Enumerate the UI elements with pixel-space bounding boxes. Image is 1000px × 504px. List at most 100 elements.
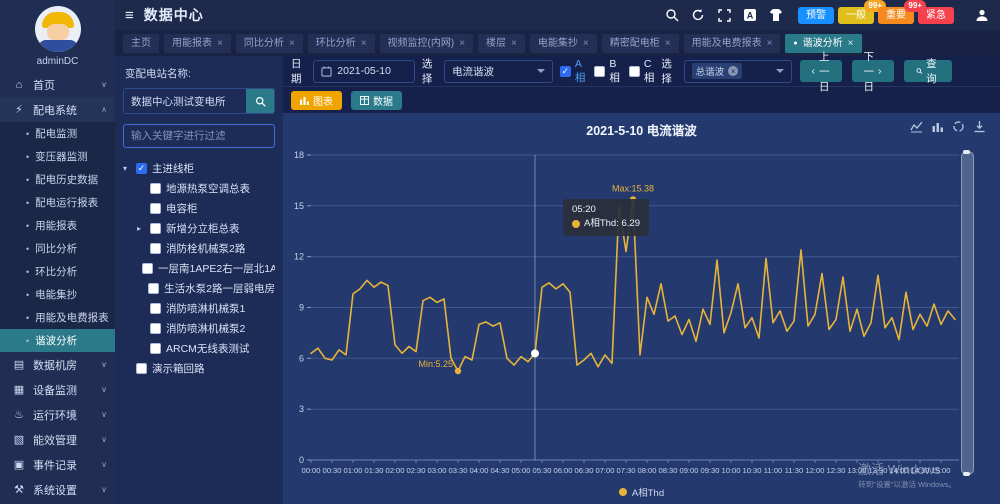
tab-item[interactable]: 环比分析× bbox=[308, 34, 375, 53]
tag-remove-icon[interactable]: × bbox=[728, 66, 738, 76]
tree-caret-icon[interactable]: ▾ bbox=[123, 164, 131, 173]
tab-close-icon[interactable]: × bbox=[767, 34, 773, 53]
prev-day-button[interactable]: ‹ 上一日 bbox=[800, 60, 842, 82]
sidebar-subitem[interactable]: •环比分析 bbox=[0, 260, 115, 283]
alarm-button[interactable]: 重要99+ bbox=[878, 7, 914, 24]
tree-node[interactable]: 地源热泵空调总表 bbox=[123, 178, 275, 198]
station-search-button[interactable] bbox=[246, 89, 274, 113]
sidebar-subitem[interactable]: •谐波分析 bbox=[0, 329, 115, 352]
datazoom-handle-top[interactable] bbox=[963, 150, 970, 154]
alarm-button[interactable]: 一般99+ bbox=[838, 7, 874, 24]
phase-checkbox[interactable]: C相 bbox=[629, 58, 655, 85]
svg-text:0: 0 bbox=[299, 455, 304, 465]
sidebar-subitem[interactable]: •配电监测 bbox=[0, 122, 115, 145]
tab-item[interactable]: 精密配电柜× bbox=[602, 34, 679, 53]
translate-icon[interactable]: A bbox=[742, 7, 758, 23]
station-select[interactable]: 数据中心测试变电所 bbox=[123, 88, 275, 114]
tab-item[interactable]: 用能及电费报表× bbox=[684, 34, 781, 53]
tree-filter-input[interactable] bbox=[123, 124, 275, 148]
tab-close-icon[interactable]: × bbox=[511, 34, 517, 53]
sidebar-subitem[interactable]: •配电运行报表 bbox=[0, 191, 115, 214]
tree-node[interactable]: ▾✓主进线柜 bbox=[123, 158, 275, 178]
tree-checkbox[interactable] bbox=[148, 283, 159, 294]
theme-icon[interactable] bbox=[768, 7, 784, 23]
tab-close-icon[interactable]: × bbox=[459, 34, 465, 53]
refresh-icon[interactable] bbox=[690, 7, 706, 23]
app-title: 数据中心 bbox=[144, 5, 204, 25]
tree-checkbox[interactable] bbox=[136, 363, 147, 374]
tab-close-icon[interactable]: × bbox=[217, 34, 223, 53]
harmonic-order-label: 选择 bbox=[661, 56, 676, 86]
tree-node[interactable]: 消防喷淋机械泵2 bbox=[123, 318, 275, 338]
harmonic-order-select[interactable]: 总谐波 × bbox=[684, 60, 793, 83]
alarm-button[interactable]: 预警 bbox=[798, 7, 834, 24]
sidebar-subitem[interactable]: •用能报表 bbox=[0, 214, 115, 237]
tab-item[interactable]: 电能集抄× bbox=[530, 34, 597, 53]
tab-close-icon[interactable]: × bbox=[583, 34, 589, 53]
sidebar-item[interactable]: ▧能效管理∨ bbox=[0, 427, 115, 452]
tree-checkbox[interactable] bbox=[142, 263, 153, 274]
sidebar-item[interactable]: ▣事件记录∨ bbox=[0, 452, 115, 477]
tree-node[interactable]: 演示箱回路 bbox=[123, 358, 275, 378]
sidebar-item[interactable]: ▤数据机房∨ bbox=[0, 352, 115, 377]
tab-item[interactable]: 楼层× bbox=[478, 34, 525, 53]
harmonic-type-select[interactable]: 电流谐波 bbox=[444, 60, 553, 83]
tree-node[interactable]: ARCM无线表测试 bbox=[123, 338, 275, 358]
main-column: ≡ 数据中心 A 预警一般99+重要99+紧急 主页用能报 bbox=[115, 0, 1000, 504]
datazoom-handle-bottom[interactable] bbox=[963, 472, 970, 476]
sidebar-item[interactable]: ♨运行环境∨ bbox=[0, 402, 115, 427]
date-picker[interactable]: 2021-05-10 bbox=[313, 60, 415, 83]
tree-node[interactable]: 一层南1APE2右一层北1APE1左 bbox=[123, 258, 275, 278]
tree-node[interactable]: 电容柜 bbox=[123, 198, 275, 218]
user-profile[interactable]: adminDC bbox=[0, 0, 115, 72]
tree-node[interactable]: 消防喷淋机械泵1 bbox=[123, 298, 275, 318]
tab-item[interactable]: 用能报表× bbox=[164, 34, 231, 53]
tree-caret-icon[interactable]: ▸ bbox=[137, 224, 145, 233]
tree-checkbox[interactable] bbox=[150, 303, 161, 314]
event-log-icon: ▣ bbox=[12, 458, 26, 471]
tree-checkbox[interactable] bbox=[150, 243, 161, 254]
tree-node[interactable]: 消防栓机械泵2路 bbox=[123, 238, 275, 258]
sidebar-item[interactable]: ▦设备监测∨ bbox=[0, 377, 115, 402]
tab-close-icon[interactable]: × bbox=[289, 34, 295, 53]
tab-close-icon[interactable]: × bbox=[848, 34, 854, 53]
sidebar-subitem[interactable]: •用能及电费报表 bbox=[0, 306, 115, 329]
tree-node[interactable]: ▸新增分立柜总表 bbox=[123, 218, 275, 238]
tree-checkbox[interactable] bbox=[150, 323, 161, 334]
tree-checkbox[interactable] bbox=[150, 223, 161, 234]
tab-item[interactable]: 视频监控(内网)× bbox=[380, 34, 474, 53]
tab-close-icon[interactable]: × bbox=[361, 34, 367, 53]
phase-checkbox[interactable]: ✓A相 bbox=[560, 58, 586, 85]
chart-view-button[interactable]: 图表 bbox=[291, 91, 342, 110]
tree-node[interactable]: 生活水泵2路一层弱电房 bbox=[123, 278, 275, 298]
menu-toggle-icon[interactable]: ≡ bbox=[125, 7, 134, 24]
sidebar-item[interactable]: ⚒系统设置∨ bbox=[0, 477, 115, 502]
sidebar-subitem[interactable]: •变压器监测 bbox=[0, 145, 115, 168]
next-day-button[interactable]: 下一日 › bbox=[852, 60, 894, 82]
sidebar-item[interactable]: ⚡配电系统∧ bbox=[0, 97, 115, 122]
tree-checkbox[interactable] bbox=[150, 183, 161, 194]
legend-dot bbox=[619, 488, 627, 496]
datazoom-slider[interactable] bbox=[961, 151, 974, 475]
data-view-button[interactable]: 数据 bbox=[351, 91, 402, 110]
phase-checkbox[interactable]: B相 bbox=[594, 58, 620, 85]
sidebar-subitem[interactable]: •同比分析 bbox=[0, 237, 115, 260]
sidebar-subitem[interactable]: •电能集抄 bbox=[0, 283, 115, 306]
fullscreen-icon[interactable] bbox=[716, 7, 732, 23]
search-button[interactable]: 查询 bbox=[904, 60, 953, 82]
sidebar-subitem[interactable]: •配电历史数据 bbox=[0, 168, 115, 191]
svg-text:12:30: 12:30 bbox=[826, 466, 845, 475]
user-icon[interactable] bbox=[974, 7, 990, 23]
tree-checkbox[interactable]: ✓ bbox=[136, 163, 147, 174]
type-select-label: 选择 bbox=[422, 56, 437, 86]
search-icon[interactable] bbox=[664, 7, 680, 23]
tab-item[interactable]: 主页 bbox=[123, 34, 159, 53]
tab-close-icon[interactable]: × bbox=[665, 34, 671, 53]
tree-checkbox[interactable] bbox=[150, 203, 161, 214]
chevron-down-icon: ∨ bbox=[101, 435, 107, 444]
alarm-button[interactable]: 紧急 bbox=[918, 7, 954, 24]
tab-item[interactable]: 同比分析× bbox=[236, 34, 303, 53]
tree-checkbox[interactable] bbox=[150, 343, 161, 354]
sidebar-item[interactable]: ⌂首页∨ bbox=[0, 72, 115, 97]
chart-legend[interactable]: A相Thd bbox=[283, 485, 1000, 499]
